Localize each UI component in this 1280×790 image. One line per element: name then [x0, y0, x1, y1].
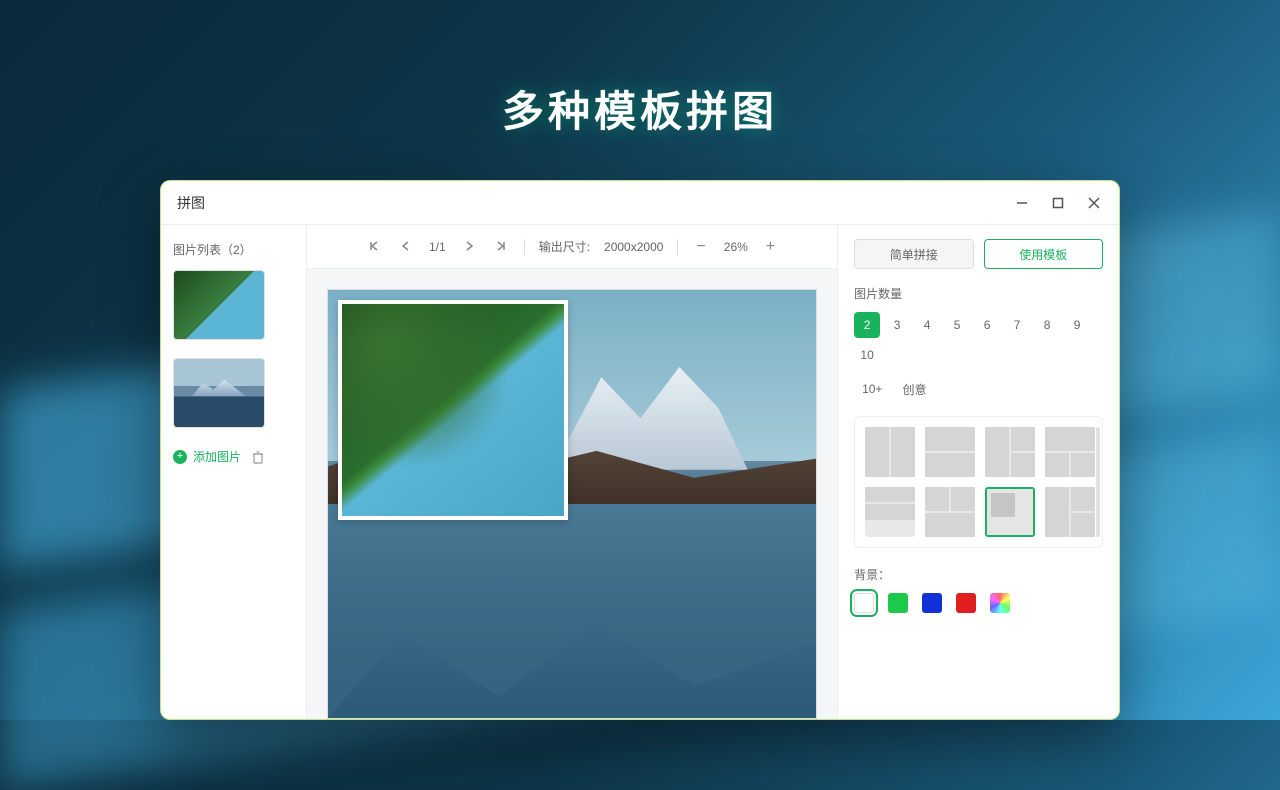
page-indicator: 1/1 — [429, 240, 446, 254]
canvas-toolbar: 1/1 输出尺寸: 2000x2000 − 26% + — [307, 225, 837, 269]
background-label: 背景： — [854, 566, 1103, 583]
template-3[interactable] — [985, 427, 1035, 477]
template-1[interactable] — [865, 427, 915, 477]
last-page-button[interactable] — [492, 238, 510, 256]
thumbnail-2[interactable] — [173, 358, 265, 428]
minimize-button[interactable] — [1013, 194, 1031, 212]
bg-blue[interactable] — [922, 593, 942, 613]
bg-color-picker[interactable] — [990, 593, 1010, 613]
template-5[interactable] — [865, 487, 915, 537]
count-2[interactable]: 2 — [854, 312, 880, 338]
app-window: 拼图 图片列表（2） + 添加图片 — [160, 180, 1120, 720]
output-size-value[interactable]: 2000x2000 — [604, 240, 663, 254]
bg-white[interactable] — [854, 593, 874, 613]
collage-inset-image[interactable] — [338, 300, 568, 520]
plus-icon: + — [173, 450, 187, 464]
tab-use-template[interactable]: 使用模板 — [984, 239, 1103, 269]
image-list-label: 图片列表（2） — [173, 241, 294, 258]
first-page-button[interactable] — [365, 238, 383, 256]
thumbnail-1[interactable] — [173, 270, 265, 340]
count-10[interactable]: 10 — [854, 342, 880, 368]
count-6[interactable]: 6 — [974, 312, 1000, 338]
output-size-label: 输出尺寸: — [539, 238, 590, 255]
settings-panel: 简单拼接 使用模板 图片数量 2 3 4 5 6 7 8 9 10 10+ 创意 — [837, 225, 1119, 719]
image-count-row: 2 3 4 5 6 7 8 9 10 — [854, 312, 1103, 368]
canvas-area: 1/1 输出尺寸: 2000x2000 − 26% + — [307, 225, 837, 719]
maximize-button[interactable] — [1049, 194, 1067, 212]
count-9[interactable]: 9 — [1064, 312, 1090, 338]
template-6[interactable] — [925, 487, 975, 537]
zoom-in-button[interactable]: + — [762, 236, 779, 258]
add-image-button[interactable]: + 添加图片 — [173, 448, 241, 465]
close-button[interactable] — [1085, 194, 1103, 212]
count-3[interactable]: 3 — [884, 312, 910, 338]
add-image-label: 添加图片 — [193, 448, 241, 465]
titlebar: 拼图 — [161, 181, 1119, 225]
template-7[interactable] — [985, 487, 1035, 537]
sidebar: 图片列表（2） + 添加图片 — [161, 225, 307, 719]
count-4[interactable]: 4 — [914, 312, 940, 338]
count-10plus[interactable]: 10+ — [854, 376, 890, 402]
hero-title: 多种模板拼图 — [502, 78, 778, 139]
tab-simple-stitch[interactable]: 简单拼接 — [854, 239, 973, 269]
zoom-value: 26% — [724, 240, 748, 254]
zoom-out-button[interactable]: − — [692, 236, 709, 258]
collage-canvas[interactable] — [327, 289, 817, 719]
count-7[interactable]: 7 — [1004, 312, 1030, 338]
count-5[interactable]: 5 — [944, 312, 970, 338]
prev-page-button[interactable] — [397, 238, 415, 256]
bg-green[interactable] — [888, 593, 908, 613]
template-8[interactable] — [1045, 487, 1095, 537]
template-2[interactable] — [925, 427, 975, 477]
template-4[interactable] — [1045, 427, 1095, 477]
window-title: 拼图 — [177, 193, 205, 213]
delete-icon[interactable] — [251, 450, 265, 464]
count-8[interactable]: 8 — [1034, 312, 1060, 338]
count-creative[interactable]: 创意 — [894, 376, 934, 402]
image-count-label: 图片数量 — [854, 285, 1103, 302]
background-swatches — [854, 593, 1103, 613]
next-page-button[interactable] — [460, 238, 478, 256]
bg-red[interactable] — [956, 593, 976, 613]
template-grid — [854, 416, 1103, 548]
